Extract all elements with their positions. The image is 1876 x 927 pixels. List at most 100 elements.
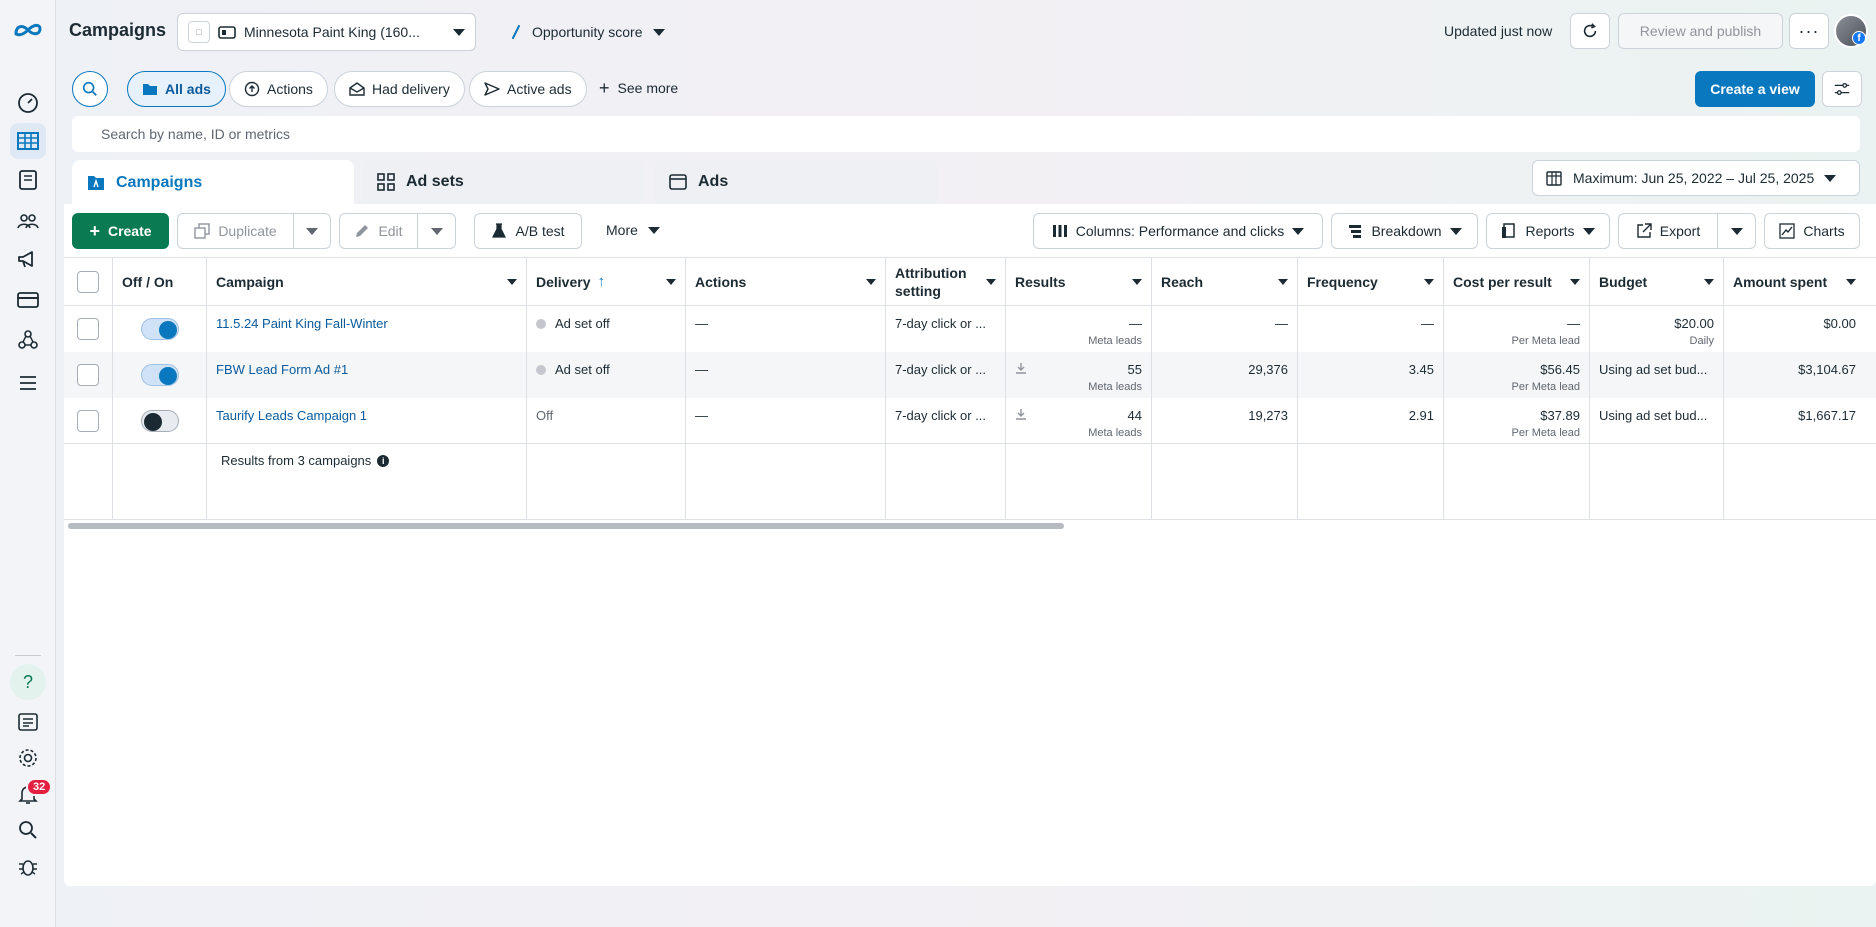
see-more-filters[interactable]: + See more [599,78,678,98]
dashboard-icon[interactable] [10,84,46,120]
chevron-down-icon [430,227,443,235]
chevron-down-icon [1846,278,1856,285]
billing-card-icon[interactable] [10,282,46,318]
pages-icon[interactable] [10,162,46,198]
table-row[interactable]: Taurify Leads Campaign 1 Off — 7-day cli… [64,398,1876,444]
header-budget[interactable]: Budget [1590,258,1724,305]
bug-report-icon[interactable] [10,849,46,885]
campaign-toggle[interactable] [140,364,179,386]
more-actions-dropdown[interactable]: More [606,222,660,238]
page-title: Campaigns [69,20,167,40]
charts-button[interactable]: Charts [1764,213,1860,249]
search-bar [72,116,1860,152]
review-and-publish-button[interactable]: Review and publish [1618,13,1783,49]
reports-dropdown[interactable]: Reports [1486,213,1610,249]
header-campaign[interactable]: Campaign [207,258,527,305]
view-settings-button[interactable] [1822,71,1862,107]
audiences-icon[interactable] [10,203,46,239]
campaign-name-link[interactable]: Taurify Leads Campaign 1 [216,408,367,423]
opportunity-score-dropdown[interactable]: Opportunity score [510,24,665,40]
download-icon[interactable] [1015,362,1027,374]
all-ads-filter[interactable]: All ads [127,71,226,107]
ad-account-selector[interactable]: □ Minnesota Paint King (160... [177,13,476,51]
download-icon[interactable] [1015,408,1027,420]
updated-status: Updated just now [1444,23,1553,39]
create-button[interactable]: + Create [72,213,169,249]
edit-button[interactable]: Edit [339,213,418,249]
meta-logo[interactable] [10,12,46,48]
duplicate-button[interactable]: Duplicate [177,213,294,249]
sort-ascending-icon: ↑ [597,273,605,290]
info-icon[interactable]: i [377,455,390,467]
tab-campaigns[interactable]: Campaigns [72,160,354,206]
header-actions[interactable]: Actions [686,258,886,305]
delivery-status: Off [536,408,554,423]
tab-ads[interactable]: Ads [654,160,938,204]
campaign-toggle[interactable] [140,318,179,340]
envelope-icon [349,82,365,96]
help-icon[interactable]: ? [10,664,46,700]
row-checkbox[interactable] [77,410,99,432]
refresh-button[interactable] [1570,13,1610,49]
plus-icon: + [599,78,610,98]
campaign-name-link[interactable]: FBW Lead Form Ad #1 [216,362,348,377]
more-options-button[interactable]: ··· [1789,13,1829,49]
reports-icon [1502,223,1516,238]
export-icon [1637,223,1652,238]
notification-badge: 32 [26,778,53,796]
tab-ad-sets[interactable]: Ad sets [362,160,644,204]
summary-row: Results from 3 campaigns i [64,444,1876,520]
active-ads-filter[interactable]: Active ads [469,71,587,107]
table-row[interactable]: 11.5.24 Paint King Fall-Winter Ad set of… [64,306,1876,352]
header-reach[interactable]: Reach [1152,258,1298,305]
had-delivery-filter[interactable]: Had delivery [334,71,465,107]
chart-line-icon [1779,223,1796,239]
select-all-checkbox[interactable] [77,270,99,293]
megaphone-icon[interactable] [10,241,46,277]
chevron-down-icon [647,226,660,234]
edit-dropdown[interactable] [418,213,456,249]
search-icon[interactable] [10,812,46,848]
chevron-down-icon [1278,278,1288,285]
pencil-icon [356,225,369,237]
header-cost-per-result[interactable]: Cost per result [1444,258,1590,305]
search-input[interactable] [101,126,1831,142]
chevron-down-icon [866,278,876,285]
plus-icon: + [89,221,100,241]
business-network-icon[interactable] [10,322,46,358]
horizontal-scrollbar[interactable] [68,523,1064,529]
breakdown-dropdown[interactable]: Breakdown [1331,213,1478,249]
header-results[interactable]: Results [1006,258,1152,305]
table-row[interactable]: FBW Lead Form Ad #1 Ad set off — 7-day c… [64,352,1876,398]
row-checkbox[interactable] [77,364,99,386]
settings-gear-icon[interactable] [10,740,46,776]
news-icon[interactable] [10,704,46,740]
header-delivery[interactable]: Delivery ↑ [527,258,686,305]
ads-manager-table-icon[interactable] [10,123,46,159]
date-range-picker[interactable]: Maximum: Jun 25, 2022 – Jul 25, 2025 [1532,160,1860,196]
chevron-down-icon [1570,278,1580,285]
header-frequency[interactable]: Frequency [1298,258,1444,305]
flask-icon [492,223,507,238]
delivery-status: Ad set off [555,316,610,331]
chevron-down-icon [1449,227,1462,235]
campaign-toggle[interactable] [140,410,179,432]
search-toggle-button[interactable] [72,71,108,107]
row-checkbox[interactable] [77,318,99,340]
export-button[interactable]: Export [1618,213,1718,249]
header-off-on[interactable]: Off / On [113,258,207,305]
header-attribution[interactable]: Attribution setting [886,258,1006,305]
create-view-button[interactable]: Create a view [1695,71,1815,107]
header-amount-spent[interactable]: Amount spent [1724,258,1865,305]
export-dropdown[interactable] [1718,213,1756,249]
actions-filter[interactable]: Actions [229,71,328,107]
campaign-name-link[interactable]: 11.5.24 Paint King Fall-Winter [216,316,388,331]
chevron-down-icon [986,278,996,285]
left-navigation: ? 32 [0,0,56,927]
columns-dropdown[interactable]: Columns: Performance and clicks [1033,213,1323,249]
ab-test-button[interactable]: A/B test [474,213,582,249]
chevron-down-icon [666,278,676,285]
menu-icon[interactable] [10,365,46,401]
duplicate-dropdown[interactable] [294,213,331,249]
chevron-down-icon [652,28,665,36]
